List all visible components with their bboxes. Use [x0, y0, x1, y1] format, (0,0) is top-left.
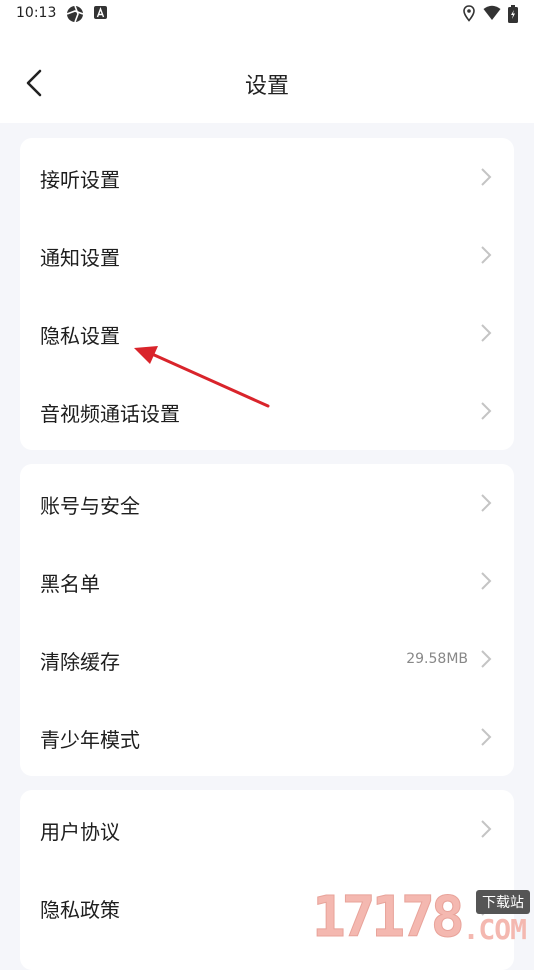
app-header: 设置	[0, 28, 534, 123]
chevron-right-icon	[481, 168, 492, 186]
watermark-suffix: .COM	[462, 913, 527, 946]
row-label: 青少年模式	[40, 728, 140, 752]
wifi-icon	[483, 5, 501, 20]
status-bar: 10:13	[0, 0, 534, 28]
aperture-icon	[66, 5, 84, 23]
watermark-digits: 17178	[312, 885, 466, 951]
status-time: 10:13	[16, 5, 57, 21]
watermark-tag: 下载站	[476, 890, 530, 914]
chevron-right-icon	[481, 572, 492, 590]
chevron-right-icon	[481, 246, 492, 264]
row-label: 隐私设置	[40, 324, 120, 348]
answer-settings-row[interactable]: 接听设置	[20, 138, 514, 216]
chevron-right-icon	[481, 650, 492, 668]
account-security-row[interactable]: 账号与安全	[20, 464, 514, 542]
blacklist-row[interactable]: 黑名单	[20, 542, 514, 620]
a-box-icon	[94, 6, 107, 19]
site-watermark: 17178 下载站 .COM	[310, 885, 534, 951]
row-label: 通知设置	[40, 246, 120, 270]
row-label: 用户协议	[40, 820, 120, 844]
row-label: 账号与安全	[40, 494, 140, 518]
chevron-right-icon	[481, 820, 492, 838]
row-label: 音视频通话设置	[40, 402, 180, 426]
chevron-right-icon	[481, 402, 492, 420]
av-call-settings-row[interactable]: 音视频通话设置	[20, 372, 514, 450]
chevron-right-icon	[481, 324, 492, 342]
chevron-right-icon	[481, 494, 492, 512]
privacy-settings-row[interactable]: 隐私设置	[20, 294, 514, 372]
settings-group-1: 接听设置 通知设置 隐私设置 音视频通话设置	[20, 138, 514, 450]
chevron-right-icon	[481, 728, 492, 746]
battery-icon	[508, 5, 518, 23]
teen-mode-row[interactable]: 青少年模式	[20, 698, 514, 776]
cache-size: 29.58MB	[406, 651, 468, 667]
notification-settings-row[interactable]: 通知设置	[20, 216, 514, 294]
row-label: 清除缓存	[40, 650, 120, 674]
location-icon	[463, 5, 475, 22]
page-title: 设置	[244, 74, 289, 99]
row-label: 黑名单	[40, 572, 100, 596]
row-label: 隐私政策	[40, 898, 120, 922]
row-label: 接听设置	[40, 168, 120, 192]
settings-group-2: 账号与安全 黑名单 清除缓存 29.58MB 青少年模式	[20, 464, 514, 776]
user-agreement-row[interactable]: 用户协议	[20, 790, 514, 868]
clear-cache-row[interactable]: 清除缓存 29.58MB	[20, 620, 514, 698]
